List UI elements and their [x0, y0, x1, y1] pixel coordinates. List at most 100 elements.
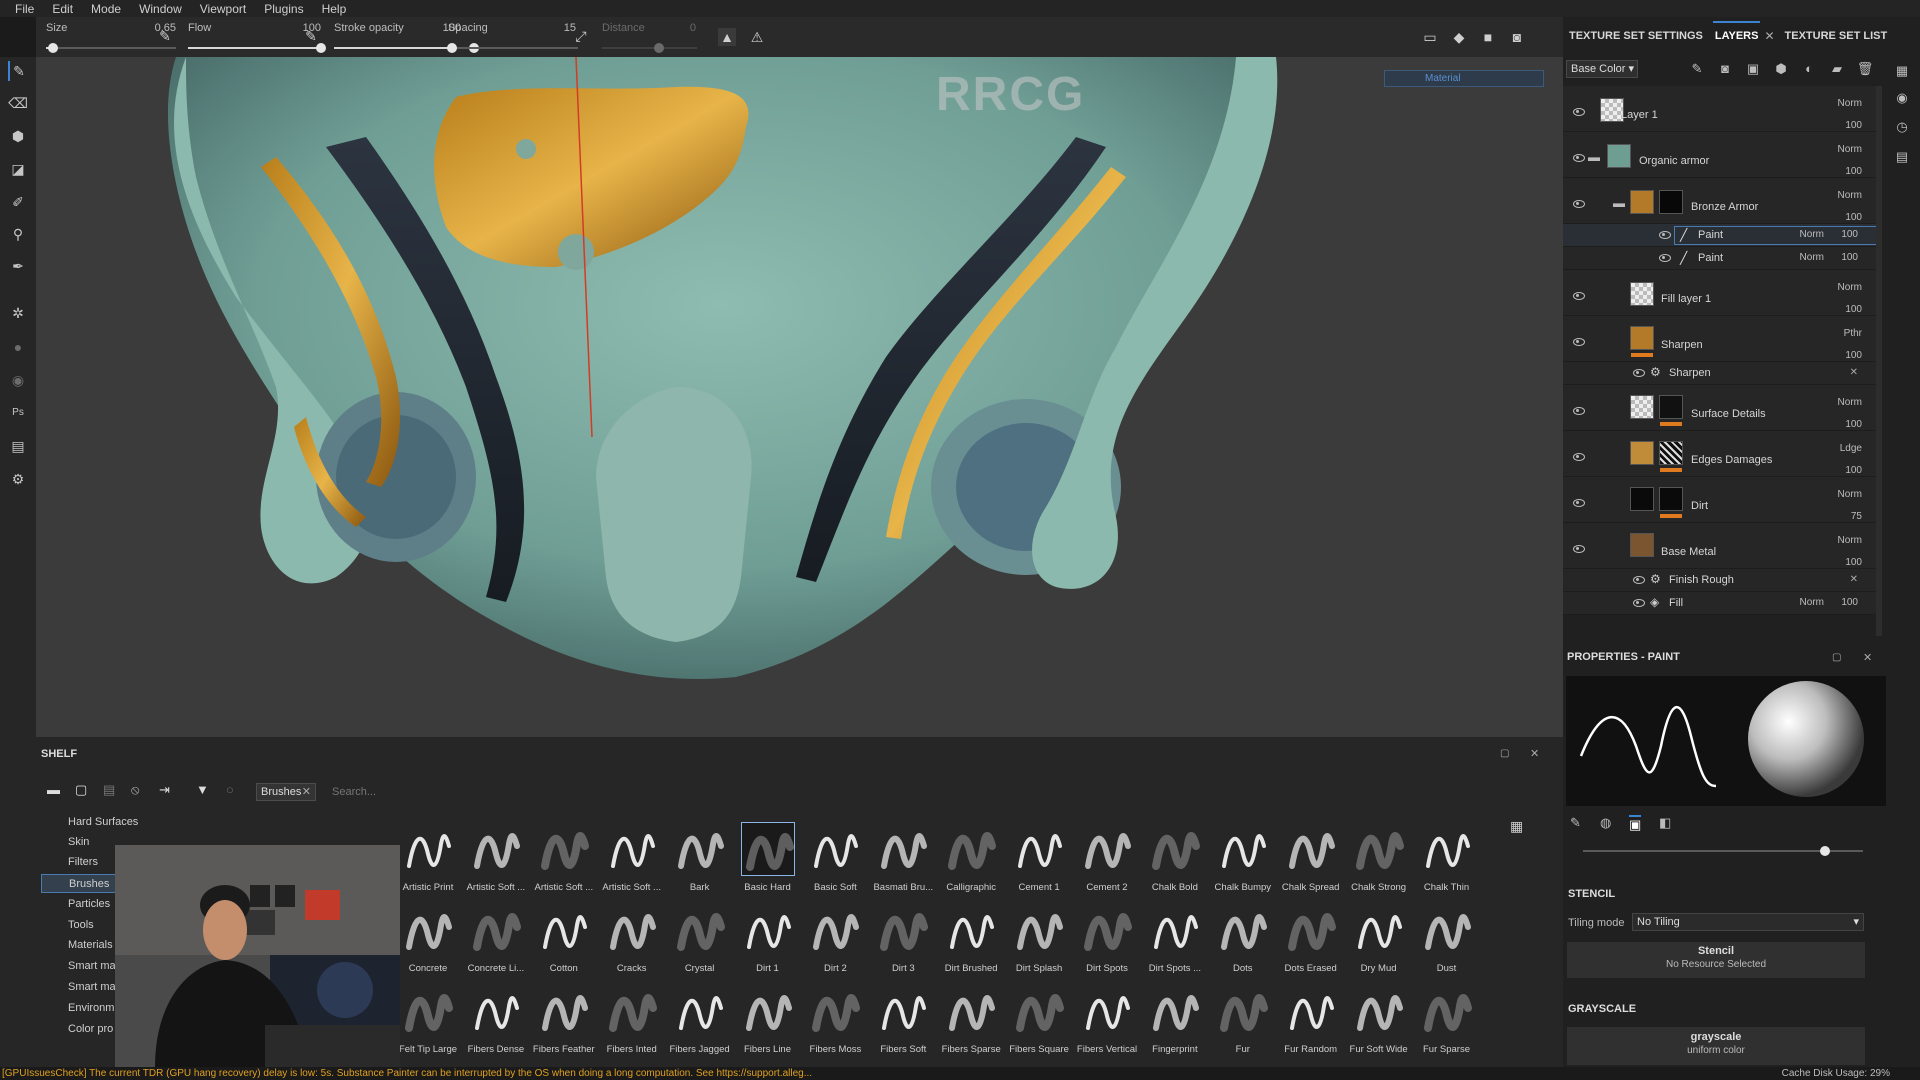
folder-icon[interactable]: ▬: [47, 782, 60, 797]
tab-texture-set-list[interactable]: TEXTURE SET LIST: [1779, 24, 1894, 48]
brush-thumbnail[interactable]: Dots Erased: [1278, 903, 1344, 981]
pen-pressure-icon[interactable]: ✎: [156, 27, 174, 45]
close-properties-icon[interactable]: ✕: [1863, 651, 1872, 664]
layer-opacity[interactable]: 100: [1845, 304, 1862, 315]
brush-thumbnail[interactable]: Dirt Spots: [1074, 903, 1140, 981]
distance-value[interactable]: 0: [666, 22, 696, 34]
smudge-icon[interactable]: ✐: [8, 192, 28, 212]
size-slider[interactable]: [46, 43, 176, 53]
display-settings-icon[interactable]: ◉: [1893, 89, 1911, 107]
brush-thumbnail[interactable]: Fibers Sparse: [938, 984, 1004, 1062]
folder-row[interactable]: ▬ Organic armor Norm 100: [1563, 132, 1876, 178]
menu-viewport[interactable]: Viewport: [191, 2, 255, 16]
menu-file[interactable]: File: [6, 2, 43, 16]
layer-opacity[interactable]: 100: [1845, 212, 1862, 223]
blend-mode[interactable]: Norm: [1800, 252, 1824, 263]
circle-icon[interactable]: ○: [226, 782, 234, 797]
render-icon[interactable]: ◉: [8, 370, 28, 390]
brush-thumbnail[interactable]: Fibers Square: [1006, 984, 1072, 1062]
properties-slider-knob[interactable]: [1820, 846, 1830, 856]
filter-tag[interactable]: Brushes ✕: [256, 783, 316, 801]
close-icon[interactable]: ✕: [302, 784, 311, 800]
lazy-mouse-icon[interactable]: ⤢: [572, 27, 590, 45]
brush-thumbnail[interactable]: Fur Sparse: [1414, 984, 1480, 1062]
layer-opacity[interactable]: 100: [1841, 597, 1858, 608]
shelf-search-input[interactable]: [332, 783, 632, 801]
brush-thumbnail[interactable]: Bark: [667, 822, 733, 900]
viewport-material-dropdown[interactable]: Material: [1384, 70, 1544, 87]
blend-mode[interactable]: Norm: [1838, 98, 1862, 109]
brush-thumbnail[interactable]: Fur: [1210, 984, 1276, 1062]
layer-row[interactable]: Edges Damages Ldge 100: [1563, 431, 1876, 477]
brush-thumbnail[interactable]: Concrete: [395, 903, 461, 981]
visibility-eye-icon[interactable]: [1633, 369, 1645, 377]
history-icon[interactable]: ◷: [1893, 118, 1911, 136]
menu-plugins[interactable]: Plugins: [255, 2, 312, 16]
projection-icon[interactable]: ⬢: [8, 126, 28, 146]
delete-layer-icon[interactable]: 🗑: [1856, 60, 1874, 78]
brush-thumbnail[interactable]: Chalk Spread: [1278, 822, 1344, 900]
blend-mode[interactable]: Pthr: [1844, 328, 1862, 339]
layer-opacity[interactable]: 100: [1845, 166, 1862, 177]
blend-mode[interactable]: Norm: [1838, 397, 1862, 408]
stencil-resource-slot[interactable]: Stencil No Resource Selected: [1567, 942, 1865, 978]
brush-thumbnail[interactable]: Dirt 1: [735, 903, 801, 981]
alpha-tab-icon[interactable]: ▣: [1629, 815, 1642, 833]
blend-mode[interactable]: Ldge: [1840, 443, 1862, 454]
visibility-eye-icon[interactable]: [1633, 576, 1645, 584]
filter-icon[interactable]: ▼: [196, 782, 209, 797]
tab-texture-set-settings[interactable]: TEXTURE SET SETTINGS: [1563, 24, 1709, 48]
blend-mode[interactable]: Norm: [1838, 489, 1862, 500]
clone-stamp-icon[interactable]: ⚲: [8, 224, 28, 244]
light-icon[interactable]: ●: [8, 337, 28, 357]
cube-view-icon[interactable]: ◆: [1450, 28, 1468, 46]
list-view-icon[interactable]: ▤: [103, 782, 115, 798]
layer-opacity[interactable]: 100: [1841, 252, 1858, 263]
visibility-eye-icon[interactable]: [1573, 545, 1585, 553]
tab-layers[interactable]: LAYERS: [1709, 21, 1765, 48]
menu-edit[interactable]: Edit: [43, 2, 82, 16]
blend-mode[interactable]: Norm: [1800, 229, 1824, 240]
effect-row[interactable]: ╱ Paint Norm 100: [1563, 247, 1876, 270]
brush-thumbnail[interactable]: Artistic Print: [395, 822, 461, 900]
layer-opacity[interactable]: 100: [1845, 465, 1862, 476]
spacing-value[interactable]: 15: [526, 22, 576, 34]
add-folder-icon[interactable]: ▰: [1828, 60, 1846, 78]
visibility-eye-icon[interactable]: [1659, 231, 1671, 239]
brush-thumbnail[interactable]: Dirt Brushed: [938, 903, 1004, 981]
layers-scrollbar[interactable]: [1876, 86, 1882, 636]
brush-thumbnail[interactable]: Fur Soft Wide: [1346, 984, 1412, 1062]
close-layers-tab-icon[interactable]: ✕: [1764, 29, 1774, 43]
polygon-fill-icon[interactable]: ◪: [8, 159, 28, 179]
layer-opacity[interactable]: 100: [1845, 557, 1862, 568]
import-icon[interactable]: ⇥: [159, 782, 170, 798]
add-fill-layer-icon[interactable]: ▣: [1744, 60, 1762, 78]
brush-thumbnail[interactable]: Fibers Line: [735, 984, 801, 1062]
flow-slider[interactable]: [188, 43, 326, 53]
screenshot-icon[interactable]: ◙: [1508, 28, 1526, 46]
layer-opacity[interactable]: 100: [1845, 350, 1862, 361]
add-layer-icon[interactable]: ⬢: [1772, 60, 1790, 78]
add-effect-icon[interactable]: ✎: [1688, 60, 1706, 78]
brush-thumbnail[interactable]: Artistic Soft ...: [463, 822, 529, 900]
bake-icon[interactable]: ✲: [8, 303, 28, 323]
add-mask-icon[interactable]: ◙: [1716, 60, 1734, 78]
layer-row[interactable]: Layer 1 Norm 100: [1563, 86, 1876, 132]
brush-tab-icon[interactable]: ✎: [1570, 815, 1581, 831]
symmetry-icon[interactable]: ▲: [718, 28, 736, 46]
3d-viewport[interactable]: RRCG Material: [36, 57, 1563, 737]
remove-icon[interactable]: ✕: [1850, 574, 1858, 585]
layer-opacity[interactable]: 75: [1851, 511, 1862, 522]
brush-thumbnail[interactable]: Cracks: [599, 903, 665, 981]
close-shelf-icon[interactable]: ✕: [1530, 747, 1539, 760]
blend-mode[interactable]: Norm: [1838, 535, 1862, 546]
blend-mode[interactable]: Norm: [1800, 597, 1824, 608]
brush-thumbnail[interactable]: Fur Random: [1278, 984, 1344, 1062]
blend-mode[interactable]: Norm: [1838, 282, 1862, 293]
effect-row[interactable]: ╱ Paint Norm 100: [1563, 224, 1876, 247]
brush-thumbnail[interactable]: Calligraphic: [938, 822, 1004, 900]
add-generator-icon[interactable]: ◐: [1800, 60, 1818, 78]
channel-dropdown[interactable]: Base Color ▾: [1566, 60, 1638, 78]
log-icon[interactable]: ▤: [1893, 148, 1911, 166]
brush-thumbnail[interactable]: Chalk Thin: [1414, 822, 1480, 900]
